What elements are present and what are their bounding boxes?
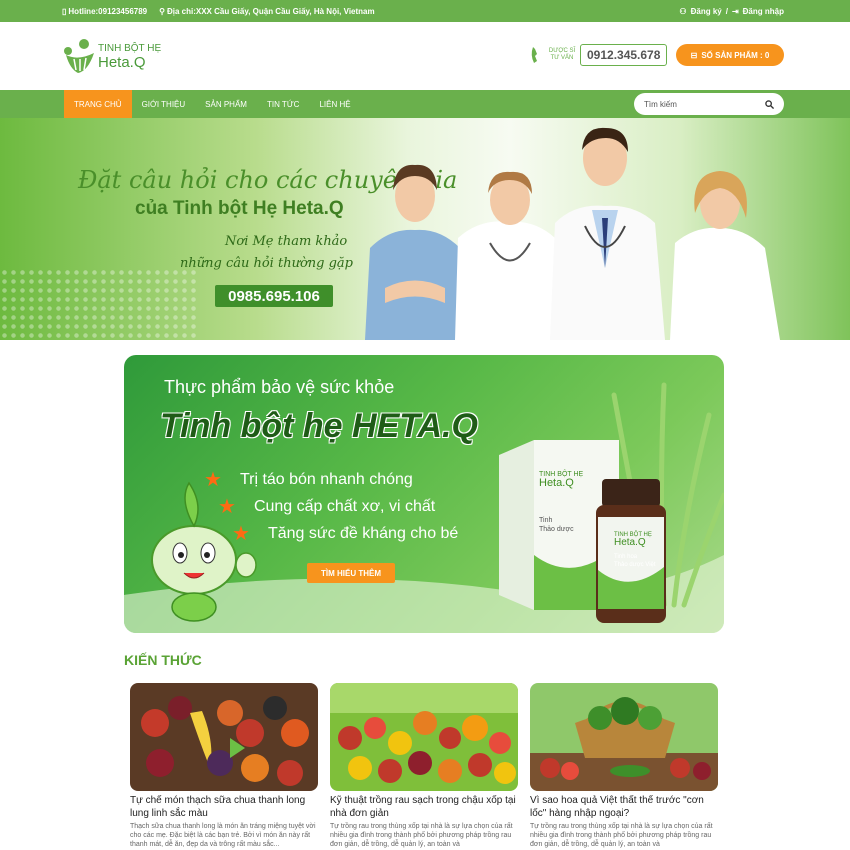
article-image-3[interactable] <box>530 683 718 791</box>
article-card-1[interactable]: Tự chế món thạch sữa chua thanh long lun… <box>130 683 318 849</box>
main-nav: Trang chủ Giới thiệu Sản phẩm Tin tức Li… <box>0 90 850 118</box>
logo-mark-icon <box>64 39 94 73</box>
dot-pattern <box>0 268 200 340</box>
header: TINH BỘT HẸ Heta.Q DƯỢC SĨ TƯ VẤN 0912.34… <box>0 22 850 90</box>
promo-bullet-2: ★ Cung cấp chất xơ, vi chất <box>218 494 435 519</box>
hotline-box[interactable]: DƯỢC SĨ TƯ VẤN 0912.345.678 <box>530 43 668 67</box>
search-input[interactable]: Tìm kiếm <box>634 93 784 115</box>
hotline-text: Hotline:09123456789 <box>68 7 148 16</box>
article-desc-3: Tự trồng rau trong thùng xốp tại nhà là … <box>530 823 713 848</box>
section-title-knowledge: KIẾN THỨC <box>124 652 202 668</box>
cart-button[interactable]: ⊟ SỐ SẢN PHẨM : 0 <box>676 44 784 66</box>
article-title-2[interactable]: Kỹ thuật trồng rau sạch trong chậu xốp t… <box>330 794 518 820</box>
nav-item-about[interactable]: Giới thiệu <box>132 90 196 118</box>
map-pin-icon: ⚲ <box>159 7 165 16</box>
learn-more-button[interactable]: TÌM HIỂU THÊM <box>307 563 395 583</box>
doctor-figure-3 <box>550 127 665 340</box>
jar-sub-line-2: Thảo dược Việt <box>614 562 656 568</box>
search-placeholder: Tìm kiếm <box>644 99 677 109</box>
article-card-3[interactable]: Vì sao hoa quả Việt thất thế trước "cơn … <box>530 683 718 849</box>
article-image-2[interactable] <box>330 683 518 791</box>
promo-bullet-text-2: Cung cấp chất xơ, vi chất <box>253 497 436 515</box>
address-info: ⚲ Địa chỉ:XXX Cầu Giấy, Quận Cầu Giấy, Hà… <box>159 7 374 16</box>
article-image-1[interactable] <box>130 683 318 791</box>
phone-icon: ▯ <box>62 7 67 16</box>
star-icon: ★ <box>204 469 222 491</box>
promo-bullet-text-3: Tăng sức đề kháng cho bé <box>267 524 459 542</box>
hero-tagline-2: những câu hỏi thường gặp <box>180 256 353 271</box>
nav-item-contact[interactable]: Liên hệ <box>309 90 360 118</box>
article-desc-2: Tự trồng rau trong thùng xốp tại nhà là … <box>330 823 513 848</box>
cart-label: SỐ SẢN PHẨM : 0 <box>701 50 770 60</box>
auth-separator: / <box>725 7 728 16</box>
fruit-pile-image <box>330 683 518 791</box>
fruit-basket-image <box>130 683 318 791</box>
jar-label: TINH BỘT HẸ Heta.Q Tinh hoa Thảo dược Vi… <box>614 531 656 569</box>
star-icon: ★ <box>232 523 250 545</box>
box-label-line-2: Heta.Q <box>539 477 574 489</box>
article-card-2[interactable]: Kỹ thuật trồng rau sạch trong chậu xốp t… <box>330 683 518 849</box>
nurse-figure-1 <box>365 164 460 340</box>
vegetable-basket-image <box>530 683 718 791</box>
hero-subheading: của Tinh bột Hẹ Heta.Q <box>135 198 344 219</box>
promo-title: Tinh bột hẹ HETA.Q <box>160 407 478 445</box>
promo-bullet-3: ★ Tăng sức đề kháng cho bé <box>232 521 458 546</box>
login-link[interactable]: Đăng nhập <box>743 7 784 16</box>
article-title-3[interactable]: Vì sao hoa quả Việt thất thế trước "cơn … <box>530 794 718 820</box>
article-desc-1: Thạch sữa chua thanh long là món ăn trán… <box>130 823 316 848</box>
search-icon[interactable] <box>765 99 774 109</box>
hotline-tag: DƯỢC SĨ TƯ VẤN <box>548 48 576 62</box>
doctor-figure-4 <box>670 171 780 340</box>
nav-item-news[interactable]: Tin tức <box>257 90 309 118</box>
hero-banner[interactable]: Đặt câu hỏi cho các chuyên gia của Tinh … <box>0 118 850 340</box>
login-icon: ⇥ <box>731 7 739 16</box>
hero-tagline-1: Nơi Mẹ tham khảo <box>225 234 348 249</box>
jar-sub-line-1: Tinh hoa <box>614 554 638 560</box>
logo-line-2: Heta.Q <box>98 54 146 71</box>
star-icon: ★ <box>218 496 236 518</box>
nav-item-products[interactable]: Sản phẩm <box>195 90 257 118</box>
promo-bullet-text-1: Trị táo bón nhanh chóng <box>239 470 413 488</box>
box-sub-line-1: Tinh <box>539 517 553 524</box>
doctor-figure-2 <box>455 171 560 340</box>
hotline-tag-line-1: DƯỢC SĨ <box>548 48 576 54</box>
shopping-bag-icon: ⊟ <box>690 50 698 60</box>
jar-label-line-2: Heta.Q <box>614 537 646 548</box>
site-logo[interactable]: TINH BỘT HẸ Heta.Q <box>62 37 172 77</box>
handset-icon <box>531 47 537 63</box>
promo-bullet-1: ★ Trị táo bón nhanh chóng <box>204 467 413 492</box>
doctors-illustration <box>365 127 780 340</box>
box-sub-line-2: Thảo dược <box>539 526 574 533</box>
product-promo-banner[interactable]: Thực phẩm bảo vệ sức khỏe Tinh bột hẹ HE… <box>124 355 724 633</box>
hero-phone[interactable]: 0985.695.106 <box>215 285 333 307</box>
hotline-number[interactable]: 0912.345.678 <box>580 44 668 66</box>
nav-item-home[interactable]: Trang chủ <box>64 90 132 118</box>
logo-line-1: TINH BỘT HẸ <box>98 43 162 54</box>
box-label: TINH BỘT HẸ Heta.Q Tinh Thảo dược <box>539 470 583 534</box>
top-bar: ▯ Hotline:09123456789 ⚲ Địa chỉ:XXX Cầu Gi… <box>0 0 850 22</box>
hotline-info: ▯ Hotline:09123456789 <box>62 7 147 16</box>
address-text: Địa chỉ:XXX Cầu Giấy, Quận Cầu Giấy, Hà … <box>166 7 375 16</box>
article-title-1[interactable]: Tự chế món thạch sữa chua thanh long lun… <box>130 794 318 820</box>
hotline-tag-line-2: TƯ VẤN <box>550 55 574 61</box>
promo-subtitle: Thực phẩm bảo vệ sức khỏe <box>164 377 395 397</box>
user-icon: ⚇ <box>679 7 687 16</box>
register-link[interactable]: Đăng ký <box>691 7 722 16</box>
